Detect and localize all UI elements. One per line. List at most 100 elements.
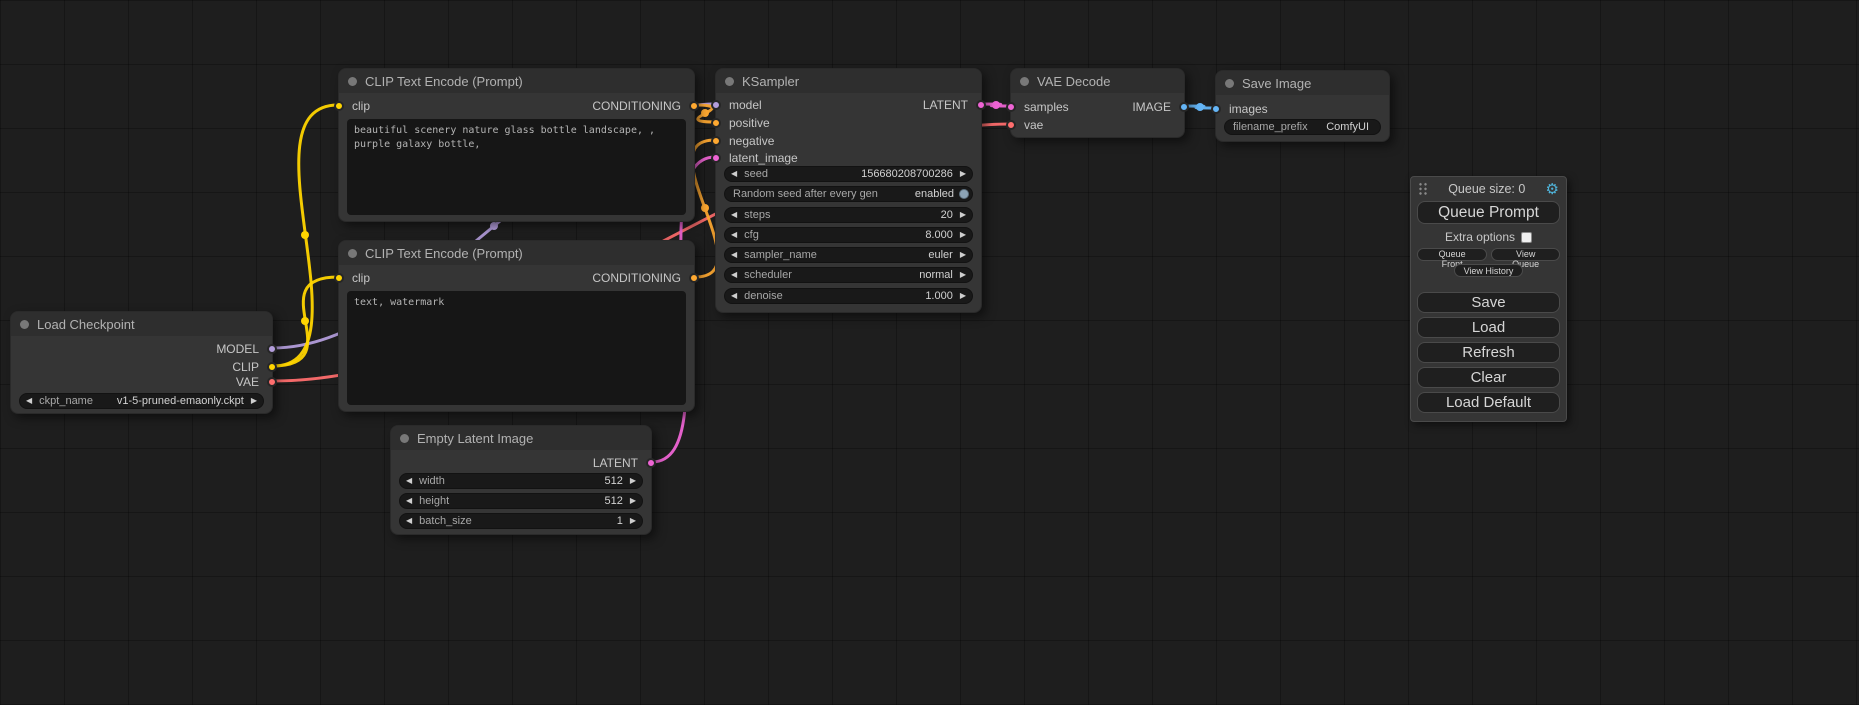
node-header[interactable]: KSampler	[716, 69, 981, 93]
input-pin-images[interactable]	[1211, 104, 1221, 114]
increment-arrow-icon[interactable]: ▶	[251, 397, 257, 405]
input-pin-latent-image[interactable]	[711, 153, 721, 163]
prompt-textarea[interactable]: beautiful scenery nature glass bottle la…	[347, 119, 686, 215]
batch-size-widget[interactable]: ◀ batch_size 1 ▶	[399, 513, 643, 529]
settings-gear-icon[interactable]: ⚙	[1546, 182, 1559, 197]
input-pin-model[interactable]	[711, 100, 721, 110]
node-save-image[interactable]: Save Image images filename_prefix ComfyU…	[1215, 70, 1390, 142]
node-vae-decode[interactable]: VAE Decode samples vae IMAGE	[1010, 68, 1185, 138]
refresh-button[interactable]: Refresh	[1417, 342, 1560, 363]
drag-handle-icon[interactable]	[1418, 182, 1428, 196]
widget-value: 512	[604, 495, 622, 507]
decrement-arrow-icon[interactable]: ◀	[731, 231, 737, 239]
queue-front-button[interactable]: Queue Front	[1417, 248, 1487, 261]
load-default-button[interactable]: Load Default	[1417, 392, 1560, 413]
output-pin-conditioning[interactable]	[689, 273, 699, 283]
cfg-widget[interactable]: ◀ cfg 8.000 ▶	[724, 227, 973, 243]
node-header[interactable]: CLIP Text Encode (Prompt)	[339, 241, 694, 265]
input-pin-negative[interactable]	[711, 136, 721, 146]
increment-arrow-icon[interactable]: ▶	[960, 211, 966, 219]
output-pin-latent[interactable]	[646, 458, 656, 468]
decrement-arrow-icon[interactable]: ◀	[26, 397, 32, 405]
node-load-checkpoint[interactable]: Load Checkpoint MODEL CLIP VAE ◀ ckpt_na…	[10, 311, 273, 414]
node-collapse-icon[interactable]	[1225, 79, 1234, 88]
increment-arrow-icon[interactable]: ▶	[960, 292, 966, 300]
node-clip-text-encode-negative[interactable]: CLIP Text Encode (Prompt) clip CONDITION…	[338, 240, 695, 412]
output-pin-model[interactable]	[267, 344, 277, 354]
clear-button[interactable]: Clear	[1417, 367, 1560, 388]
input-pin-positive[interactable]	[711, 118, 721, 128]
decrement-arrow-icon[interactable]: ◀	[406, 497, 412, 505]
node-collapse-icon[interactable]	[1020, 77, 1029, 86]
scheduler-widget[interactable]: ◀ scheduler normal ▶	[724, 267, 973, 283]
save-button[interactable]: Save	[1417, 292, 1560, 313]
denoise-widget[interactable]: ◀ denoise 1.000 ▶	[724, 288, 973, 304]
wire-midpoint-dot[interactable]	[490, 222, 498, 230]
input-pin-samples[interactable]	[1006, 102, 1016, 112]
node-empty-latent-image[interactable]: Empty Latent Image LATENT ◀ width 512 ▶ …	[390, 425, 652, 535]
decrement-arrow-icon[interactable]: ◀	[731, 211, 737, 219]
decrement-arrow-icon[interactable]: ◀	[406, 517, 412, 525]
node-header[interactable]: Load Checkpoint	[11, 312, 272, 336]
output-pin-conditioning[interactable]	[689, 101, 699, 111]
widget-label: width	[419, 475, 445, 487]
node-collapse-icon[interactable]	[725, 77, 734, 86]
node-header[interactable]: Empty Latent Image	[391, 426, 651, 450]
node-header[interactable]: CLIP Text Encode (Prompt)	[339, 69, 694, 93]
decrement-arrow-icon[interactable]: ◀	[406, 477, 412, 485]
node-collapse-icon[interactable]	[348, 249, 357, 258]
node-collapse-icon[interactable]	[348, 77, 357, 86]
wire-midpoint-dot[interactable]	[701, 109, 709, 117]
widget-value: 20	[941, 209, 953, 221]
node-header[interactable]: Save Image	[1216, 71, 1389, 95]
decrement-arrow-icon[interactable]: ◀	[731, 170, 737, 178]
output-pin-image[interactable]	[1179, 102, 1189, 112]
output-pin-vae[interactable]	[267, 377, 277, 387]
extra-options-label: Extra options	[1445, 230, 1515, 244]
node-ksampler[interactable]: KSampler model positive negative latent_…	[715, 68, 982, 313]
node-header[interactable]: VAE Decode	[1011, 69, 1184, 93]
increment-arrow-icon[interactable]: ▶	[960, 231, 966, 239]
wire-midpoint-dot[interactable]	[992, 101, 1000, 109]
queue-mini-buttons-row: Queue Front View Queue	[1417, 248, 1560, 261]
seed-widget[interactable]: ◀ seed 156680208700286 ▶	[724, 166, 973, 182]
decrement-arrow-icon[interactable]: ◀	[731, 251, 737, 259]
extra-options-checkbox[interactable]	[1521, 232, 1532, 243]
view-queue-button[interactable]: View Queue	[1491, 248, 1560, 261]
toggle-knob-icon[interactable]	[959, 189, 969, 199]
ckpt-name-widget[interactable]: ◀ ckpt_name v1-5-pruned-emaonly.ckpt ▶	[19, 393, 264, 409]
prompt-textarea[interactable]: text, watermark	[347, 291, 686, 405]
node-collapse-icon[interactable]	[400, 434, 409, 443]
view-history-button[interactable]: View History	[1454, 264, 1524, 277]
width-widget[interactable]: ◀ width 512 ▶	[399, 473, 643, 489]
node-collapse-icon[interactable]	[20, 320, 29, 329]
increment-arrow-icon[interactable]: ▶	[960, 271, 966, 279]
input-pin-vae[interactable]	[1006, 120, 1016, 130]
wire-midpoint-dot[interactable]	[701, 204, 709, 212]
queue-prompt-button[interactable]: Queue Prompt	[1417, 201, 1560, 224]
input-pin-clip[interactable]	[334, 101, 344, 111]
output-pin-latent[interactable]	[976, 100, 986, 110]
wire-midpoint-dot[interactable]	[1196, 103, 1204, 111]
increment-arrow-icon[interactable]: ▶	[960, 170, 966, 178]
increment-arrow-icon[interactable]: ▶	[630, 497, 636, 505]
node-title: Empty Latent Image	[417, 431, 533, 446]
sampler-name-widget[interactable]: ◀ sampler_name euler ▶	[724, 247, 973, 263]
increment-arrow-icon[interactable]: ▶	[630, 517, 636, 525]
steps-widget[interactable]: ◀ steps 20 ▶	[724, 207, 973, 223]
random-seed-toggle-widget[interactable]: Random seed after every gen enabled	[724, 186, 973, 202]
output-pin-clip[interactable]	[267, 362, 277, 372]
increment-arrow-icon[interactable]: ▶	[630, 477, 636, 485]
wire-midpoint-dot[interactable]	[301, 317, 309, 325]
wire-midpoint-dot[interactable]	[301, 231, 309, 239]
decrement-arrow-icon[interactable]: ◀	[731, 292, 737, 300]
increment-arrow-icon[interactable]: ▶	[960, 251, 966, 259]
node-title: CLIP Text Encode (Prompt)	[365, 246, 523, 261]
height-widget[interactable]: ◀ height 512 ▶	[399, 493, 643, 509]
node-title: Load Checkpoint	[37, 317, 135, 332]
node-clip-text-encode-positive[interactable]: CLIP Text Encode (Prompt) clip CONDITION…	[338, 68, 695, 222]
load-button[interactable]: Load	[1417, 317, 1560, 338]
decrement-arrow-icon[interactable]: ◀	[731, 271, 737, 279]
input-pin-clip[interactable]	[334, 273, 344, 283]
filename-prefix-widget[interactable]: filename_prefix ComfyUI	[1224, 119, 1381, 135]
